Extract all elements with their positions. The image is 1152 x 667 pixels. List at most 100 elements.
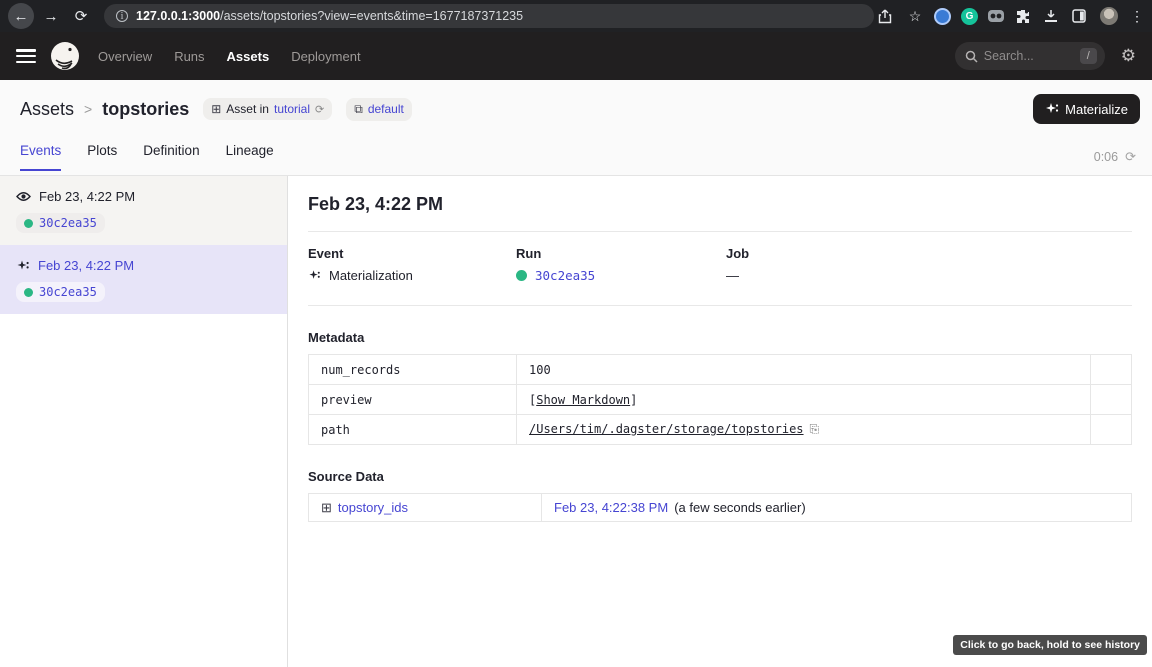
event-column-label: Event bbox=[308, 246, 516, 261]
browser-back-button[interactable]: ← bbox=[8, 3, 34, 29]
extension-goggles-icon[interactable] bbox=[988, 10, 1006, 22]
badge-prefix: Asset in bbox=[226, 102, 269, 116]
metadata-section-title: Metadata bbox=[308, 330, 1132, 345]
source-asset-cell: ⊞ topstory_ids bbox=[309, 494, 542, 522]
run-id-pill[interactable]: 30c2ea35 bbox=[16, 282, 105, 302]
source-data-section-title: Source Data bbox=[308, 469, 1132, 484]
tab-plots[interactable]: Plots bbox=[87, 143, 117, 171]
breadcrumb-separator: > bbox=[84, 101, 92, 117]
run-id-link[interactable]: 30c2ea35 bbox=[535, 268, 595, 283]
run-id: 30c2ea35 bbox=[39, 285, 97, 299]
run-status-dot bbox=[24, 219, 33, 228]
hamburger-menu-icon[interactable] bbox=[16, 49, 36, 63]
search-input[interactable] bbox=[984, 49, 1070, 63]
metadata-key: path bbox=[309, 415, 517, 445]
run-status-dot bbox=[516, 270, 527, 281]
tab-events[interactable]: Events bbox=[20, 143, 61, 171]
asset-name: topstories bbox=[102, 99, 189, 120]
grammarly-icon[interactable]: G bbox=[961, 8, 978, 25]
job-value: — bbox=[726, 268, 1132, 283]
event-detail-panel: Feb 23, 4:22 PM Event Materialization Ru… bbox=[288, 176, 1152, 667]
bookmark-star-icon[interactable]: ☆ bbox=[906, 8, 924, 25]
event-type-value: Materialization bbox=[329, 268, 413, 283]
metadata-key: num_records bbox=[309, 355, 517, 385]
table-row: ⊞ topstory_ids Feb 23, 4:22:38 PM (a few s… bbox=[309, 494, 1132, 522]
event-timestamp: Feb 23, 4:22 PM bbox=[39, 189, 135, 204]
eye-icon bbox=[16, 191, 31, 202]
materialization-sparkle-icon bbox=[308, 269, 321, 282]
metadata-empty-cell bbox=[1091, 385, 1132, 415]
browser-profile-avatar[interactable] bbox=[1100, 7, 1118, 25]
source-asset-link[interactable]: topstory_ids bbox=[338, 500, 408, 515]
asset-group-badge[interactable]: ⊞ Asset in tutorial ⟳ bbox=[203, 98, 332, 120]
downloads-icon[interactable] bbox=[1044, 9, 1062, 23]
nav-item-overview[interactable]: Overview bbox=[98, 49, 152, 64]
tutorial-link[interactable]: tutorial bbox=[274, 102, 310, 116]
nav-item-deployment[interactable]: Deployment bbox=[291, 49, 360, 64]
table-row: num_records 100 bbox=[309, 355, 1132, 385]
browser-forward-button[interactable]: → bbox=[38, 3, 64, 29]
event-list-item-observation[interactable]: Feb 23, 4:22 PM 30c2ea35 bbox=[0, 176, 287, 245]
event-detail-title: Feb 23, 4:22 PM bbox=[308, 194, 1132, 215]
bracket-close: ] bbox=[630, 393, 637, 407]
run-column-label: Run bbox=[516, 246, 726, 261]
materialize-button[interactable]: Materialize bbox=[1033, 94, 1140, 124]
badge-reload-icon[interactable]: ⟳ bbox=[315, 103, 324, 116]
table-grid-icon: ⊞ bbox=[321, 500, 332, 515]
settings-gear-icon[interactable]: ⚙ bbox=[1121, 46, 1136, 66]
browser-reload-button[interactable]: ⟳ bbox=[68, 3, 94, 29]
metadata-empty-cell bbox=[1091, 355, 1132, 385]
extensions-puzzle-icon[interactable] bbox=[1016, 9, 1034, 23]
share-icon[interactable] bbox=[878, 9, 896, 24]
job-column-label: Job bbox=[726, 246, 1132, 261]
layers-icon: ⧉ bbox=[354, 102, 363, 117]
back-button-tooltip: Click to go back, hold to see history bbox=[953, 635, 1147, 655]
global-search[interactable]: / bbox=[955, 42, 1105, 70]
metadata-value: [Show Markdown] bbox=[517, 385, 1091, 415]
side-panel-icon[interactable] bbox=[1072, 9, 1090, 23]
timer-value: 0:06 bbox=[1094, 150, 1118, 164]
source-data-table: ⊞ topstory_ids Feb 23, 4:22:38 PM (a few s… bbox=[308, 493, 1132, 522]
dagster-logo[interactable] bbox=[50, 41, 80, 71]
nav-item-assets[interactable]: Assets bbox=[227, 49, 270, 64]
source-time-cell: Feb 23, 4:22:38 PM (a few seconds earlier… bbox=[542, 494, 1132, 522]
event-timestamp: Feb 23, 4:22 PM bbox=[38, 258, 134, 273]
breadcrumb-assets-link[interactable]: Assets bbox=[20, 99, 74, 120]
browser-menu-icon[interactable]: ⋮ bbox=[1128, 8, 1146, 25]
materialization-sparkle-icon bbox=[16, 259, 30, 273]
metadata-key: preview bbox=[309, 385, 517, 415]
refresh-icon[interactable]: ⟳ bbox=[1125, 149, 1136, 165]
extension-clock-icon[interactable] bbox=[934, 8, 951, 25]
url-text: 127.0.0.1:3000/assets/topstories?view=ev… bbox=[136, 9, 523, 23]
tab-lineage[interactable]: Lineage bbox=[226, 143, 274, 171]
site-info-icon[interactable]: i bbox=[116, 10, 128, 22]
repo-badge[interactable]: ⧉ default bbox=[346, 98, 412, 121]
event-list-item-materialization[interactable]: Feb 23, 4:22 PM 30c2ea35 bbox=[0, 245, 287, 314]
nav-item-runs[interactable]: Runs bbox=[174, 49, 204, 64]
path-link[interactable]: /Users/tim/.dagster/storage/topstories bbox=[529, 422, 804, 436]
asset-page-header: Assets > topstories ⊞ Asset in tutorial … bbox=[0, 80, 1152, 176]
breadcrumb: Assets > topstories ⊞ Asset in tutorial … bbox=[0, 80, 1152, 124]
refresh-timer: 0:06 ⟳ bbox=[1094, 149, 1136, 165]
tab-definition[interactable]: Definition bbox=[143, 143, 199, 171]
metadata-value: /Users/tim/.dagster/storage/topstories ⎘ bbox=[517, 415, 1091, 445]
show-markdown-link[interactable]: Show Markdown bbox=[536, 393, 630, 407]
source-time-note: (a few seconds earlier) bbox=[674, 500, 806, 515]
default-link[interactable]: default bbox=[368, 102, 404, 116]
metadata-empty-cell bbox=[1091, 415, 1132, 445]
browser-toolbar: ← → ⟳ i 127.0.0.1:3000/assets/topstories… bbox=[0, 0, 1152, 32]
event-run-job-summary: Event Materialization Run 30c2ea35 Job — bbox=[308, 246, 1132, 283]
search-icon bbox=[965, 50, 978, 63]
table-row: path /Users/tim/.dagster/storage/topstor… bbox=[309, 415, 1132, 445]
copy-clipboard-icon[interactable]: ⎘ bbox=[810, 422, 820, 437]
source-time-link[interactable]: Feb 23, 4:22:38 PM bbox=[554, 500, 668, 515]
materialize-sparkle-icon bbox=[1045, 102, 1059, 116]
address-bar[interactable]: i 127.0.0.1:3000/assets/topstories?view=… bbox=[104, 4, 874, 28]
asset-tabs: Events Plots Definition Lineage bbox=[0, 138, 1152, 171]
run-id-pill[interactable]: 30c2ea35 bbox=[16, 213, 105, 233]
metadata-value: 100 bbox=[517, 355, 1091, 385]
table-grid-icon: ⊞ bbox=[211, 102, 221, 116]
materialize-label: Materialize bbox=[1065, 102, 1128, 117]
search-shortcut-hint: / bbox=[1080, 48, 1097, 64]
event-list-sidebar: Feb 23, 4:22 PM 30c2ea35 Feb 23, 4:22 PM… bbox=[0, 176, 288, 667]
